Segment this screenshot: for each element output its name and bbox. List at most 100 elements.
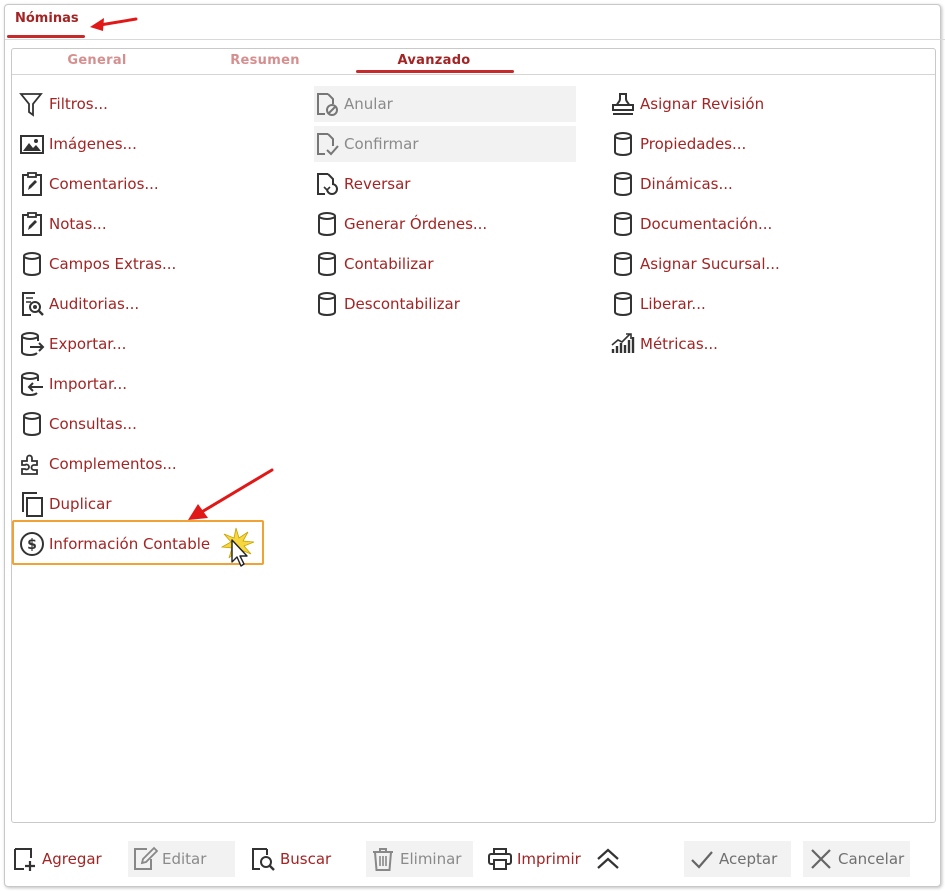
annotation-arrow-item [188,468,274,520]
action-reversar[interactable]: Reversar [314,166,410,202]
database-icon [610,291,636,317]
action-label: Exportar... [49,335,127,353]
edit-button-label: Editar [162,850,207,868]
action-generar-ordenes[interactable]: Generar Órdenes... [314,206,487,242]
stamp-icon [610,91,636,117]
search-document-icon [249,845,277,873]
puzzle-icon [19,451,45,477]
action-label: Reversar [344,175,411,193]
document-revert-icon [314,171,340,197]
database-icon [610,251,636,277]
action-anular[interactable]: Anular [314,86,576,122]
window-tab-nominas[interactable]: Nóminas [9,9,85,37]
tab-avanzado-underline [356,70,514,73]
database-icon [19,411,45,437]
delete-button-label: Eliminar [400,850,462,868]
tab-resumen[interactable]: Resumen [225,53,305,68]
print-button-label: Imprimir [517,850,581,868]
action-asignar-sucursal[interactable]: Asignar Sucursal... [610,246,780,282]
action-complementos[interactable]: Complementos... [19,446,177,482]
check-icon [688,845,716,873]
add-button[interactable]: Agregar [11,841,102,877]
database-icon [610,131,636,157]
chart-bars-icon [610,331,636,357]
action-label: Filtros... [49,95,108,113]
action-documentacion[interactable]: Documentación... [610,206,772,242]
database-export-icon [19,331,45,357]
action-duplicar[interactable]: Duplicar [19,486,112,522]
action-auditorias[interactable]: Auditorias... [19,286,139,322]
clipboard-edit-icon [19,171,45,197]
document-check-icon [314,131,340,157]
action-label: Campos Extras... [49,255,177,273]
accept-button[interactable]: Aceptar [684,841,791,877]
action-dinamicas[interactable]: Dinámicas... [610,166,733,202]
action-propiedades[interactable]: Propiedades... [610,126,746,162]
action-imagenes[interactable]: Imágenes... [19,126,137,162]
action-campos-extras[interactable]: Campos Extras... [19,246,176,282]
action-label: Consultas... [49,415,137,433]
action-label: Complementos... [49,455,177,473]
action-label: Métricas... [640,335,718,353]
print-button[interactable]: Imprimir [486,841,581,877]
copy-icon [19,491,45,517]
add-document-icon [11,845,39,873]
action-importar[interactable]: Importar... [19,366,127,402]
edit-icon [131,845,159,873]
action-informacion-contable[interactable]: $ Información Contable [19,526,210,562]
action-label: Descontabilizar [344,295,460,313]
action-label: Contabilizar [344,255,434,273]
database-import-icon [19,371,45,397]
annotation-arrow-title [90,17,138,31]
action-label: Dinámicas... [640,175,733,193]
action-label: Imágenes... [49,135,137,153]
actions-panel: General Resumen Avanzado [11,48,936,823]
action-asignar-revision[interactable]: Asignar Revisión [610,86,764,122]
action-notas[interactable]: Notas... [19,206,107,242]
action-label: Auditorias... [49,295,140,313]
action-metricas[interactable]: Métricas... [610,326,718,362]
action-label: Generar Órdenes... [344,215,488,233]
search-button[interactable]: Buscar [249,841,331,877]
subtab-bar: General Resumen Avanzado [12,49,935,75]
action-liberar[interactable]: Liberar... [610,286,706,322]
action-label: Propiedades... [640,135,747,153]
action-descontabilizar[interactable]: Descontabilizar [314,286,460,322]
tab-general[interactable]: General [62,53,132,68]
document-cancel-icon [314,91,340,117]
action-contabilizar[interactable]: Contabilizar [314,246,434,282]
database-icon [19,251,45,277]
action-label: Confirmar [344,135,419,153]
printer-icon [486,845,514,873]
delete-button[interactable]: Eliminar [366,841,473,877]
edit-button[interactable]: Editar [128,841,235,877]
collapse-button[interactable] [594,841,625,877]
database-icon [610,171,636,197]
action-label: Notas... [49,215,107,233]
action-filtros[interactable]: Filtros... [19,86,108,122]
svg-text:$: $ [27,537,37,553]
filter-icon [19,91,45,117]
action-label: Importar... [49,375,128,393]
cancel-button-label: Cancelar [838,850,905,868]
action-exportar[interactable]: Exportar... [19,326,126,362]
action-comentarios[interactable]: Comentarios... [19,166,159,202]
action-confirmar[interactable]: Confirmar [314,126,576,162]
database-icon [610,211,636,237]
cursor-click-icon [220,527,255,567]
cancel-button[interactable]: Cancelar [803,841,910,877]
add-button-label: Agregar [42,850,102,868]
action-label: Comentarios... [49,175,159,193]
accept-button-label: Aceptar [719,850,778,868]
action-label: Asignar Sucursal... [640,255,780,273]
action-consultas[interactable]: Consultas... [19,406,137,442]
database-icon [314,251,340,277]
dollar-circle-icon: $ [19,531,45,557]
action-label: Anular [344,95,393,113]
document-search-icon [19,291,45,317]
image-icon [19,131,45,157]
database-icon [314,291,340,317]
action-label: Información Contable [49,535,211,553]
tab-avanzado[interactable]: Avanzado [390,53,478,68]
action-label: Duplicar [49,495,112,513]
